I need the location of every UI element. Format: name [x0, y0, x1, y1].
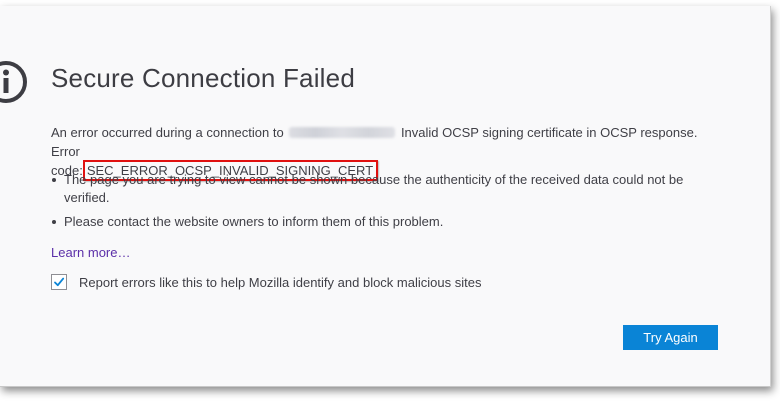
- report-errors-row[interactable]: Report errors like this to help Mozilla …: [51, 274, 481, 290]
- blurred-hostname: [289, 127, 396, 138]
- report-errors-checkbox[interactable]: [51, 274, 67, 290]
- page-title: Secure Connection Failed: [51, 63, 355, 93]
- info-icon: [0, 61, 27, 103]
- report-errors-label[interactable]: Report errors like this to help Mozilla …: [79, 275, 481, 290]
- learn-more-link[interactable]: Learn more…: [51, 245, 130, 260]
- list-item: Please contact the website owners to inf…: [51, 213, 711, 231]
- description-prefix: An error occurred during a connection to: [51, 125, 284, 140]
- try-again-button[interactable]: Try Again: [623, 325, 718, 350]
- error-details-list: The page you are trying to view cannot b…: [51, 171, 711, 237]
- list-item: The page you are trying to view cannot b…: [51, 171, 711, 207]
- checkmark-icon: [54, 277, 65, 287]
- error-page: Secure Connection Failed An error occurr…: [0, 6, 771, 387]
